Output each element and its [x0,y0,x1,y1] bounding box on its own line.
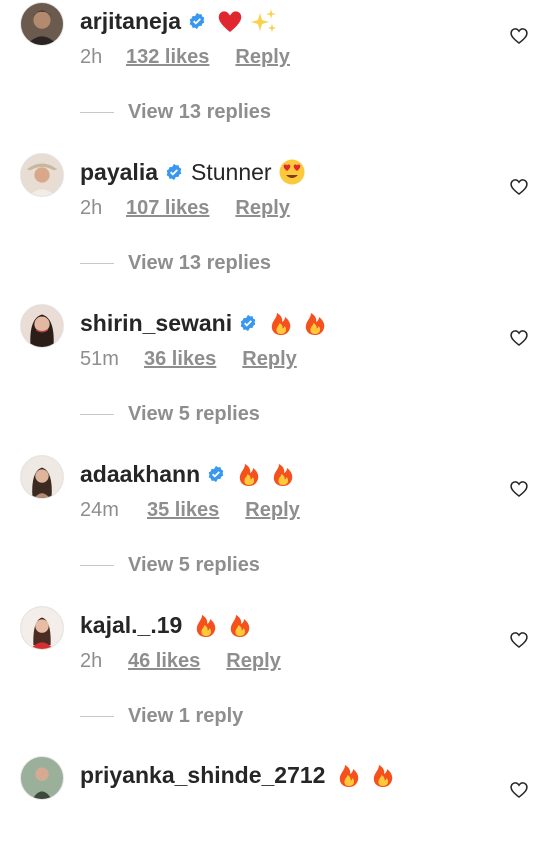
comment-item: adaakhann 24m 35 likes Reply [0,455,559,555]
reply-button[interactable]: Reply [235,46,289,69]
comment-time: 2h [80,650,103,672]
comment-item: priyanka_shinde_2712 [0,756,559,856]
comment-item: arjitaneja 2h 132 likes Reply [0,2,559,102]
like-heart-icon[interactable] [509,26,529,46]
view-replies-label[interactable]: View 5 replies [128,554,260,577]
fire-icon [369,761,397,789]
username[interactable]: priyanka_shinde_2712 [80,762,325,789]
sparkles-icon [250,7,278,35]
comment-meta: 2h 46 likes Reply [80,650,281,673]
likes-link[interactable]: 107 likes [126,197,209,220]
fire-icon [301,309,329,337]
avatar[interactable] [20,606,64,650]
comment-item: payalia Stunner 2h 107 likes Reply [0,153,559,253]
comment-meta: 2h 107 likes Reply [80,197,290,220]
reply-button[interactable]: Reply [245,499,299,522]
comment-line: arjitaneja [80,6,278,36]
divider [80,262,114,264]
comment-meta: 24m 35 likes Reply [80,499,300,522]
fire-icon [192,611,220,639]
fire-icon [235,460,263,488]
comment-time: 2h [80,197,103,219]
reply-button[interactable]: Reply [235,197,289,220]
avatar[interactable] [20,2,64,46]
divider [80,715,114,717]
username[interactable]: payalia [80,159,158,186]
like-heart-icon[interactable] [509,479,529,499]
verified-badge-icon [165,163,183,181]
fire-icon [226,611,254,639]
avatar[interactable] [20,304,64,348]
like-heart-icon[interactable] [509,780,529,800]
likes-link[interactable]: 132 likes [126,46,209,69]
view-replies-label[interactable]: View 13 replies [128,252,271,275]
likes-link[interactable]: 46 likes [128,650,200,673]
divider [80,111,114,113]
comment-item: shirin_sewani 51m 36 likes Reply [0,304,559,404]
comment-time: 51m [80,348,119,370]
view-replies-button[interactable]: View 5 replies [80,402,260,426]
comment-time: 2h [80,46,103,68]
like-heart-icon[interactable] [509,328,529,348]
fire-icon [267,309,295,337]
comment-line: priyanka_shinde_2712 [80,760,397,790]
avatar[interactable] [20,153,64,197]
username[interactable]: adaakhann [80,461,200,488]
comment-item: kajal._.19 2h 46 likes Reply [0,606,559,706]
username[interactable]: shirin_sewani [80,310,232,337]
comment-line: adaakhann [80,459,297,489]
likes-link[interactable]: 36 likes [144,348,216,371]
like-heart-icon[interactable] [509,177,529,197]
like-heart-icon[interactable] [509,630,529,650]
fire-icon [269,460,297,488]
comment-meta: 51m 36 likes Reply [80,348,297,371]
comment-line: shirin_sewani [80,308,329,338]
view-replies-button[interactable]: View 13 replies [80,251,271,275]
comment-time: 24m [80,499,119,521]
red-heart-icon [216,7,244,35]
likes-link[interactable]: 35 likes [147,499,219,522]
divider [80,413,114,415]
view-replies-button[interactable]: View 1 reply [80,704,243,728]
comment-meta: 2h 132 likes Reply [80,46,290,69]
view-replies-button[interactable]: View 13 replies [80,100,271,124]
username[interactable]: arjitaneja [80,8,181,35]
view-replies-label[interactable]: View 13 replies [128,101,271,124]
reply-button[interactable]: Reply [242,348,296,371]
username[interactable]: kajal._.19 [80,612,182,639]
view-replies-label[interactable]: View 5 replies [128,403,260,426]
avatar[interactable] [20,756,64,800]
verified-badge-icon [207,465,225,483]
verified-badge-icon [188,12,206,30]
comment-text: Stunner [191,158,272,185]
comment-line: payalia Stunner [80,157,306,187]
heart-eyes-icon [278,158,306,186]
divider [80,564,114,566]
verified-badge-icon [239,314,257,332]
view-replies-button[interactable]: View 5 replies [80,553,260,577]
avatar[interactable] [20,455,64,499]
view-replies-label[interactable]: View 1 reply [128,705,243,728]
reply-button[interactable]: Reply [226,650,280,673]
comment-line: kajal._.19 [80,610,254,640]
fire-icon [335,761,363,789]
